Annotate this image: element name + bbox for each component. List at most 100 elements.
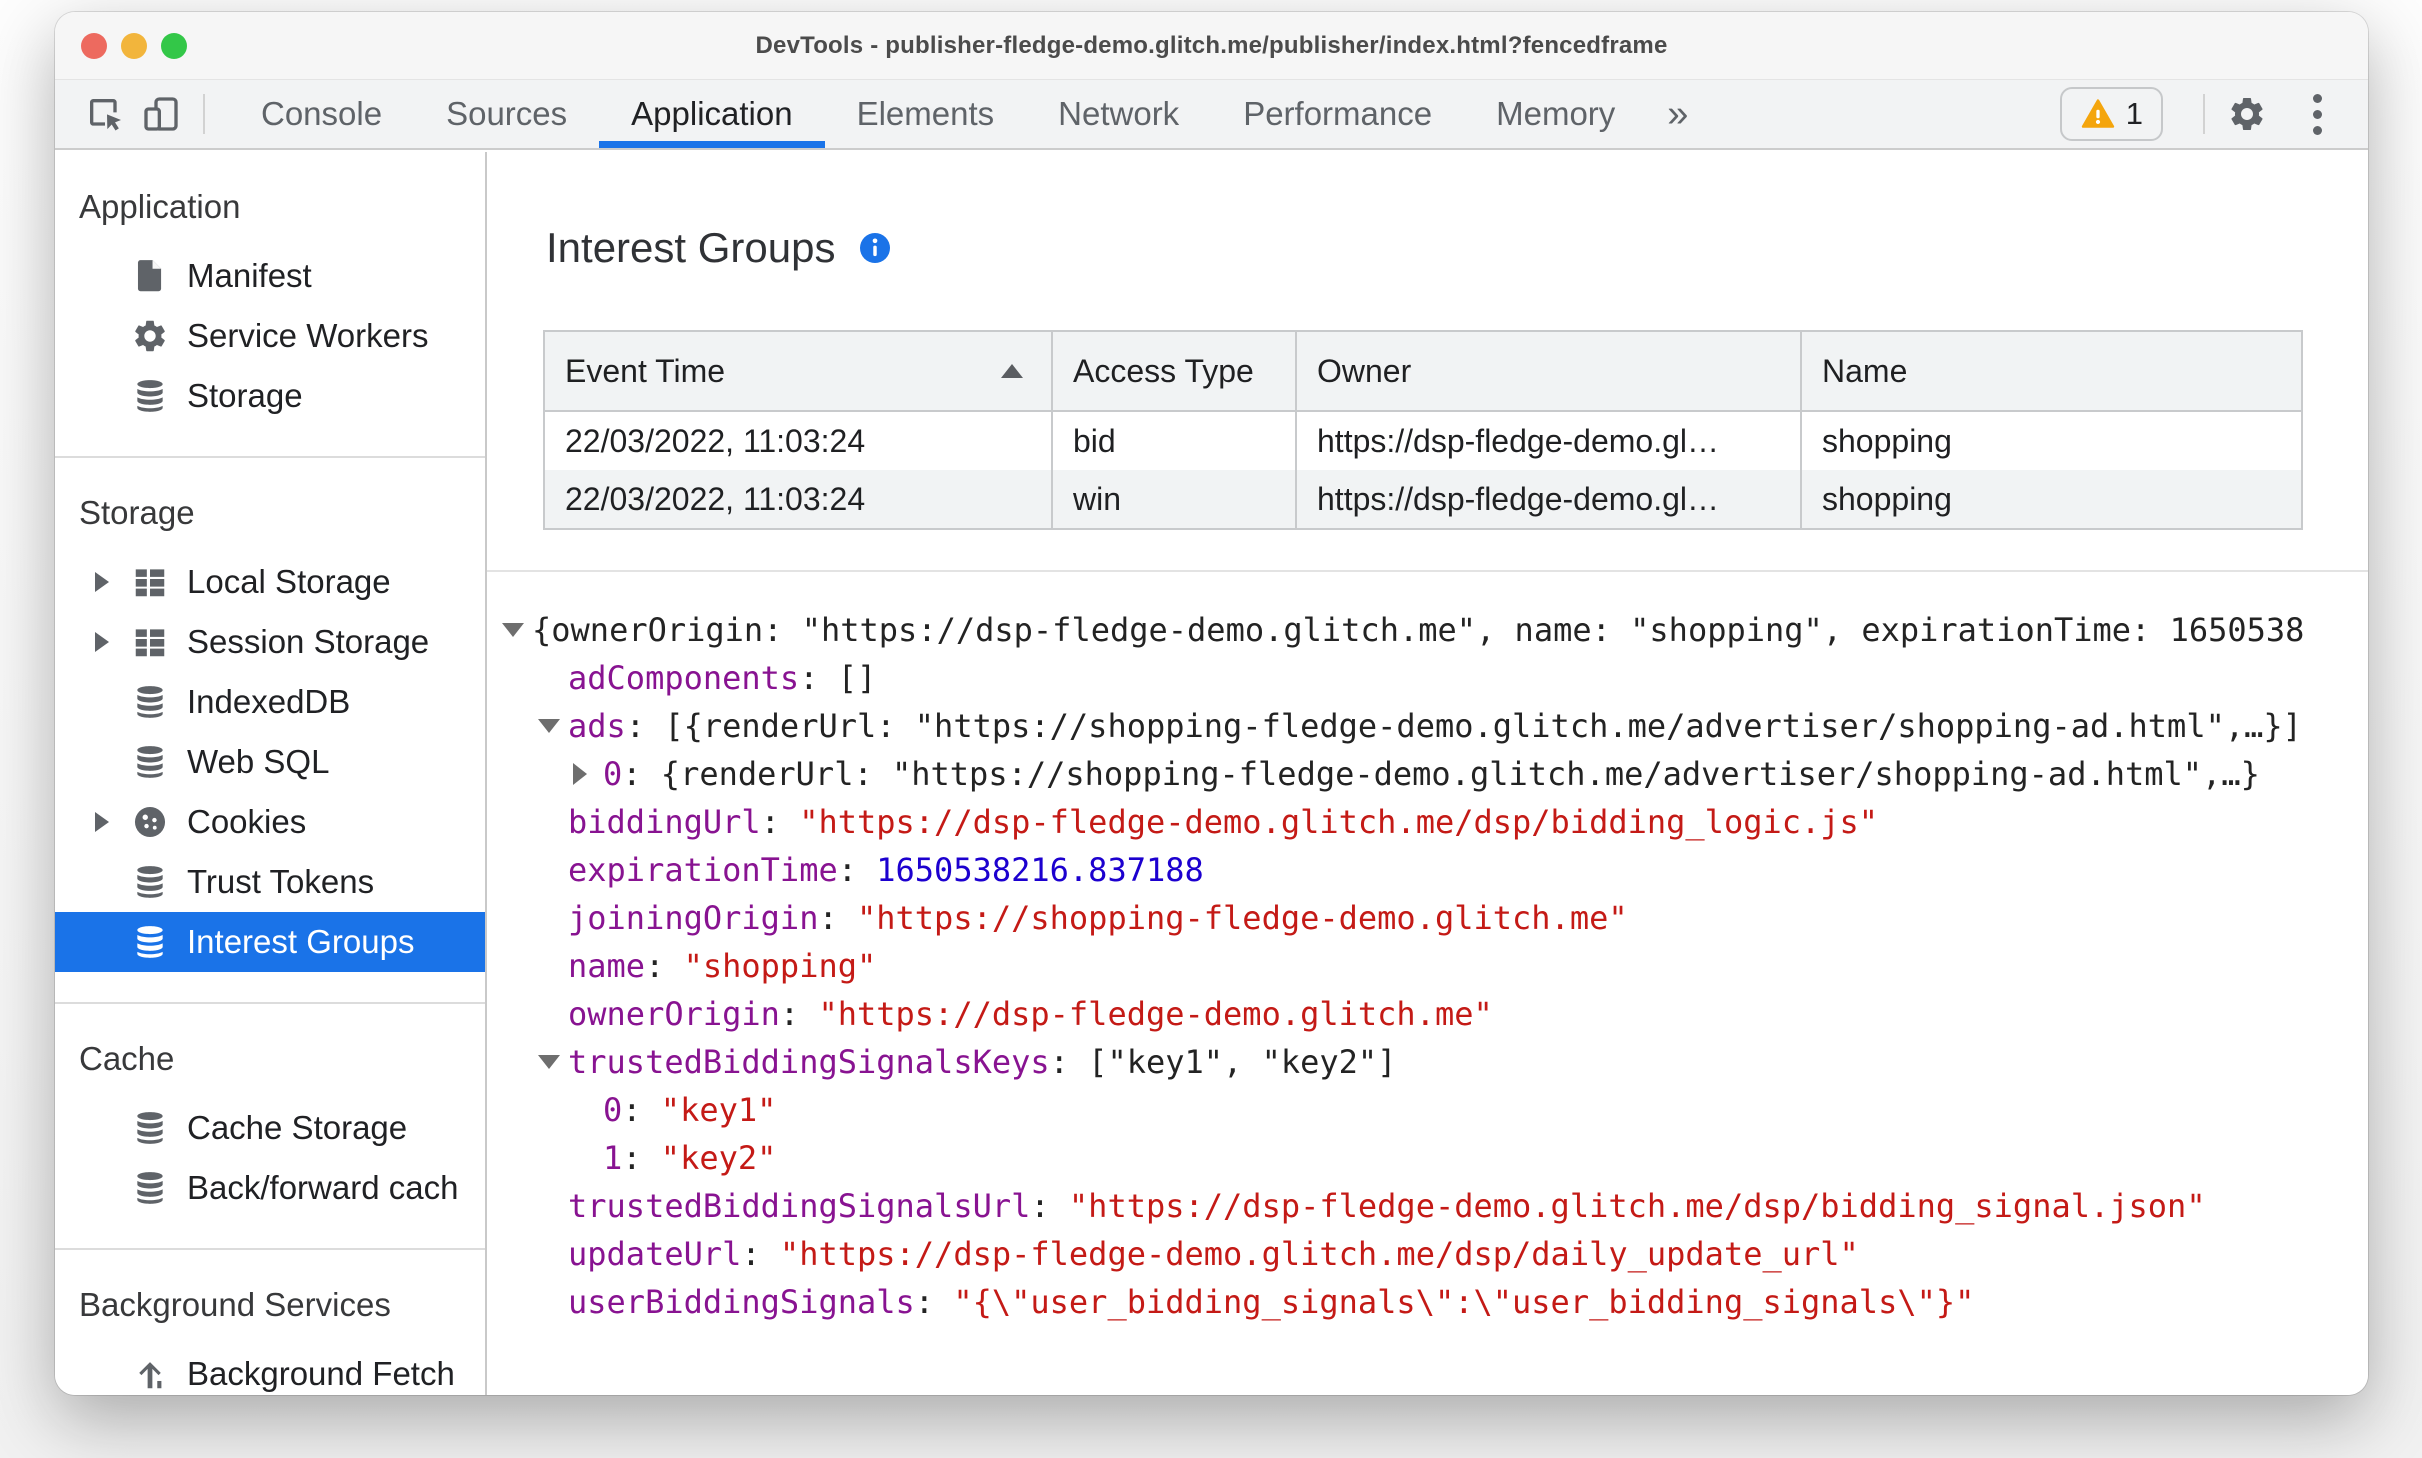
close-button[interactable] (81, 32, 107, 59)
tab-memory[interactable]: Memory (1464, 80, 1647, 148)
collapse-arrow-icon[interactable] (573, 763, 603, 785)
sidebar-item-local-storage[interactable]: Local Storage (55, 552, 485, 612)
column-header-access-type[interactable]: Access Type (1052, 331, 1297, 412)
expand-arrow-icon[interactable] (502, 623, 532, 637)
cookie-icon (131, 803, 169, 841)
tree-row[interactable]: ownerOrigin: "https://dsp-fledge-demo.gl… (487, 990, 2368, 1038)
expand-arrow-icon[interactable] (95, 812, 131, 832)
tab-sources[interactable]: Sources (414, 80, 599, 148)
sidebar-item-background-fetch[interactable]: Background Fetch (55, 1344, 485, 1395)
cell-name: shopping (1822, 422, 1952, 459)
sidebar-item-interest-groups[interactable]: Interest Groups (55, 912, 485, 972)
database-icon (131, 1169, 169, 1207)
sort-ascending-icon (1001, 364, 1023, 378)
tab-application[interactable]: Application (599, 80, 826, 148)
tree-row[interactable]: joiningOrigin: "https://shopping-fledge-… (487, 894, 2368, 942)
tree-row[interactable]: updateUrl: "https://dsp-fledge-demo.glit… (487, 1230, 2368, 1278)
panel-divider (487, 570, 2368, 572)
sidebar-item-trust-tokens[interactable]: Trust Tokens (55, 852, 485, 912)
column-header-owner[interactable]: Owner (1296, 331, 1802, 412)
section-title: Cache (79, 1040, 175, 1077)
kebab-menu-icon[interactable] (2303, 88, 2332, 141)
section-title: Application (79, 188, 241, 225)
issues-count: 1 (2125, 96, 2143, 131)
expand-arrow-icon[interactable] (95, 632, 131, 652)
expand-arrow-icon[interactable] (538, 719, 568, 733)
document-icon (131, 257, 169, 295)
toolbar-divider (2203, 94, 2205, 134)
section-title: Background Services (79, 1286, 391, 1323)
sidebar-item-web-sql[interactable]: Web SQL (55, 732, 485, 792)
sidebar-item-manifest[interactable]: Manifest (55, 246, 485, 306)
window-title: DevTools - publisher-fledge-demo.glitch.… (755, 31, 1668, 59)
device-toolbar-icon[interactable] (133, 86, 189, 142)
interest-group-details-tree: {ownerOrigin: "https://dsp-fledge-demo.g… (487, 606, 2368, 1326)
sidebar-item-storage[interactable]: Storage (55, 366, 485, 426)
cell-event-time: 22/03/2022, 11:03:24 (544, 411, 1053, 470)
interest-groups-table: Event Time Access Type Owner Name 22/03/… (543, 330, 2303, 530)
tree-row[interactable]: {ownerOrigin: "https://dsp-fledge-demo.g… (487, 606, 2368, 654)
info-icon[interactable] (857, 230, 893, 266)
inspect-element-icon[interactable] (77, 86, 133, 142)
sidebar-item-cache-storage[interactable]: Cache Storage (55, 1098, 485, 1158)
issues-badge[interactable]: 1 (2059, 87, 2163, 141)
tree-row[interactable]: name: "shopping" (487, 942, 2368, 990)
sidebar-item-indexeddb[interactable]: IndexedDB (55, 672, 485, 732)
database-icon (131, 923, 169, 961)
cell-access-type: win (1052, 470, 1297, 529)
tree-row[interactable]: trustedBiddingSignalsUrl: "https://dsp-f… (487, 1182, 2368, 1230)
toolbar-right: 1 (2059, 86, 2332, 142)
table-row[interactable]: 22/03/2022, 11:03:24 win https://dsp-fle… (544, 470, 2302, 529)
sidebar-section-background-services: Background Services Background Fetch (55, 1250, 485, 1395)
tree-row[interactable]: 0: "key1" (487, 1086, 2368, 1134)
tree-row[interactable]: ads: [{renderUrl: "https://shopping-fled… (487, 702, 2368, 750)
sidebar-section-application: Application Manifest Service Workers Sto… (55, 152, 485, 458)
application-sidebar: Application Manifest Service Workers Sto… (55, 152, 487, 1395)
sidebar-section-storage: Storage Local Storage Session Storage In… (55, 458, 485, 1004)
cell-name: shopping (1801, 470, 2302, 529)
tree-row[interactable]: expirationTime: 1650538216.837188 (487, 846, 2368, 894)
page-title: Interest Groups (546, 224, 2368, 272)
expand-arrow-icon[interactable] (95, 572, 131, 592)
cell-event-time: 22/03/2022, 11:03:24 (544, 470, 1053, 529)
devtools-window: DevTools - publisher-fledge-demo.glitch.… (55, 12, 2368, 1395)
table-icon (131, 623, 169, 661)
table-row[interactable]: 22/03/2022, 11:03:24 bid https://dsp-fle… (544, 411, 2302, 470)
more-tabs-button[interactable]: » (1647, 80, 1708, 148)
cell-access-type: bid (1052, 411, 1297, 470)
sidebar-item-cookies[interactable]: Cookies (55, 792, 485, 852)
database-icon (131, 1109, 169, 1147)
titlebar: DevTools - publisher-fledge-demo.glitch.… (55, 12, 2368, 80)
tree-row[interactable]: userBiddingSignals: "{\"user_bidding_sig… (487, 1278, 2368, 1326)
tree-row[interactable]: trustedBiddingSignalsKeys: ["key1", "key… (487, 1038, 2368, 1086)
minimize-button[interactable] (121, 32, 147, 59)
database-icon (131, 743, 169, 781)
tree-row[interactable]: biddingUrl: "https://dsp-fledge-demo.gli… (487, 798, 2368, 846)
expand-arrow-icon[interactable] (538, 1055, 568, 1069)
sidebar-item-service-workers[interactable]: Service Workers (55, 306, 485, 366)
settings-gear-icon[interactable] (2219, 86, 2275, 142)
database-icon (131, 377, 169, 415)
tab-network[interactable]: Network (1026, 80, 1211, 148)
cell-owner: https://dsp-fledge-demo.gl… (1296, 470, 1802, 529)
tab-console[interactable]: Console (229, 80, 414, 148)
warning-icon (2081, 99, 2114, 128)
section-title: Storage (79, 494, 195, 531)
panel-tabs: Console Sources Application Elements Net… (229, 80, 1708, 148)
sidebar-item-back-forward-cache[interactable]: Back/forward cach (55, 1158, 485, 1218)
sidebar-section-cache: Cache Cache Storage Back/forward cach (55, 1004, 485, 1250)
traffic-lights (81, 12, 187, 79)
sidebar-item-session-storage[interactable]: Session Storage (55, 612, 485, 672)
tab-elements[interactable]: Elements (825, 80, 1027, 148)
column-header-event-time[interactable]: Event Time (544, 331, 1053, 412)
gear-icon (131, 317, 169, 355)
column-header-name[interactable]: Name (1801, 331, 2302, 412)
zoom-button[interactable] (161, 32, 187, 59)
tree-row[interactable]: 1: "key2" (487, 1134, 2368, 1182)
tab-performance[interactable]: Performance (1211, 80, 1464, 148)
tree-row[interactable]: 0: {renderUrl: "https://shopping-fledge-… (487, 750, 2368, 798)
table-header-row: Event Time Access Type Owner Name (544, 331, 2302, 412)
table-icon (131, 563, 169, 601)
database-icon (131, 863, 169, 901)
tree-row[interactable]: adComponents: [] (487, 654, 2368, 702)
